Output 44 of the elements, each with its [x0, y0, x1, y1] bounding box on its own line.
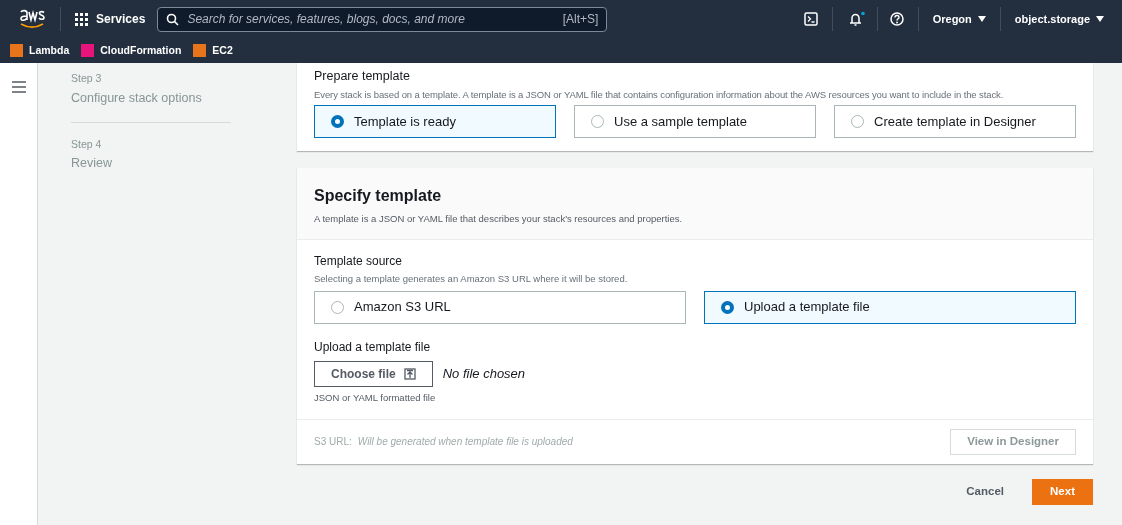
radio-icon: [331, 115, 344, 128]
help-icon[interactable]: [889, 12, 904, 26]
radio-option[interactable]: Upload a template file: [704, 290, 1076, 324]
step-title: Configure stack options: [71, 89, 203, 107]
choose-file-button[interactable]: Choose file: [314, 360, 433, 387]
logo-icon: [18, 8, 46, 30]
favorite-link[interactable]: EC2: [193, 42, 233, 59]
caret-icon: [1096, 16, 1104, 22]
radio-icon: [721, 300, 734, 314]
radio-icon: [591, 115, 604, 128]
section-description: Every stack is based on a template. A template is a JSON or YAML file that contains configuration information about the AWS resources you want to include in the stack.: [314, 87, 1005, 102]
radio-icon: [331, 300, 344, 314]
favorite-link[interactable]: Lambda: [10, 42, 70, 59]
radio-option[interactable]: Create template in Designer: [834, 105, 1076, 138]
card-title: Specify template: [314, 186, 443, 206]
field-description: Selecting a template generates an Amazon S3 URL where it will be stored.: [314, 272, 629, 287]
shortcut-hint: [Alt+S]: [562, 11, 599, 28]
card-description: A template is a JSON or YAML file that describes your stack's resources and properties.: [314, 212, 684, 226]
caret-icon: [977, 16, 986, 22]
field-hint: JSON or YAML formatted file: [314, 390, 437, 405]
menu-icon[interactable]: [11, 81, 26, 93]
file-status: No file chosen: [442, 364, 526, 383]
step-number: Step 4: [71, 136, 103, 152]
step-number: Step 3: [71, 71, 103, 86]
radio-icon: [851, 115, 864, 128]
radio-option[interactable]: Template is ready: [314, 105, 556, 138]
search-input[interactable]: Search for services, features, blogs, docs, and more: [187, 10, 555, 28]
field-label: Template source: [314, 253, 404, 271]
step-title: Review: [71, 155, 113, 173]
region-menu[interactable]: Oregon: [932, 10, 986, 28]
terminal-icon[interactable]: [803, 12, 818, 26]
upload-icon: [403, 367, 416, 380]
section-label: Prepare template: [314, 68, 411, 85]
favorite-link[interactable]: CloudFormation: [81, 42, 182, 59]
s3-url-label: S3 URL:: [314, 435, 352, 450]
services-button[interactable]: Services: [75, 10, 146, 28]
search-field[interactable]: Search for services, features, blogs, docs, and more [Alt+S]: [157, 6, 608, 32]
search-icon: [166, 12, 180, 26]
radio-option[interactable]: Amazon S3 URL: [314, 290, 686, 324]
grid-icon: [75, 12, 88, 26]
account-menu[interactable]: object.storage: [1014, 10, 1104, 28]
radio-option[interactable]: Use a sample template: [574, 105, 816, 138]
cancel-button[interactable]: Cancel: [958, 483, 1012, 501]
field-label: Upload a template file: [314, 338, 432, 356]
